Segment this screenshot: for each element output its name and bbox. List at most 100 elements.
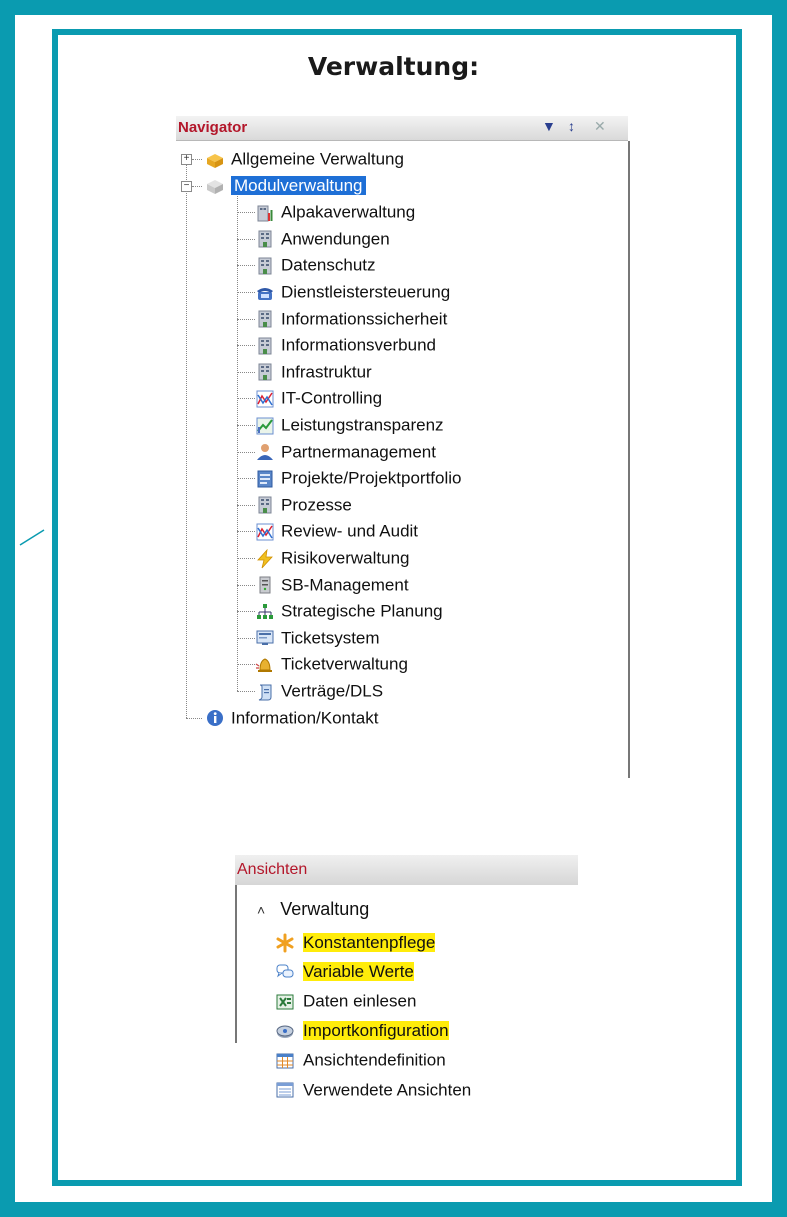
tree-item-informationsverbund[interactable]: Informationsverbund bbox=[255, 333, 436, 357]
document-icon bbox=[255, 469, 275, 489]
telephone-icon bbox=[255, 283, 275, 303]
view-item-label: Variable Werte bbox=[303, 962, 414, 982]
group-label: Verwaltung bbox=[280, 899, 370, 919]
tree-item-datenschutz[interactable]: Datenschutz bbox=[255, 253, 376, 277]
tree-connector bbox=[186, 717, 202, 719]
tree-item-label: Ticketsystem bbox=[281, 628, 380, 648]
view-item-konstantenpflege[interactable]: Konstantenpflege bbox=[275, 930, 436, 954]
asterisk-icon bbox=[275, 933, 295, 953]
ansichten-panel: Ansichten ˄ Verwaltung Konstantenpflege V… bbox=[235, 855, 578, 1099]
tree-connector bbox=[237, 691, 255, 692]
view-item-label: Daten einlesen bbox=[303, 991, 417, 1011]
tree-item-allgemeine-verwaltung[interactable]: Allgemeine Verwaltung bbox=[205, 147, 404, 171]
collapse-icon[interactable]: − bbox=[181, 180, 192, 192]
tree-item-anwendungen[interactable]: Anwendungen bbox=[255, 227, 390, 251]
tree-item-label: Anwendungen bbox=[281, 229, 390, 249]
tree-item-label: Strategische Planung bbox=[281, 601, 443, 621]
tree-connector bbox=[237, 531, 255, 533]
building-chart-icon bbox=[255, 203, 275, 223]
view-item-verwendete-ansichten[interactable]: Verwendete Ansichten bbox=[275, 1078, 471, 1102]
excel-icon bbox=[275, 992, 295, 1012]
tree-connector bbox=[237, 584, 255, 586]
tree-item-ticketsystem[interactable]: Ticketsystem bbox=[255, 626, 380, 650]
gear-import-icon bbox=[275, 1021, 295, 1041]
tree-item-label: Informationsverbund bbox=[281, 335, 436, 355]
building-icon bbox=[255, 495, 275, 515]
bell-icon bbox=[255, 655, 275, 675]
tree-item-partnermanagement[interactable]: Partnermanagement bbox=[255, 440, 436, 464]
server-icon bbox=[255, 575, 275, 595]
group-verwaltung[interactable]: ˄ Verwaltung bbox=[257, 899, 369, 920]
tree-item-informationssicherheit[interactable]: Informationssicherheit bbox=[255, 307, 447, 331]
speech-bubbles-icon bbox=[275, 962, 295, 982]
tree-item-leistungstransparenz[interactable]: Leistungstransparenz bbox=[255, 413, 444, 437]
chevron-up-icon[interactable]: ˄ bbox=[257, 902, 265, 918]
scroll-icon bbox=[255, 682, 275, 702]
tree-item-label: Leistungstransparenz bbox=[281, 415, 444, 435]
tree-item-label: Projekte/Projektportfolio bbox=[281, 468, 462, 488]
view-item-variable-werte[interactable]: Variable Werte bbox=[275, 960, 414, 984]
tree-connector bbox=[237, 504, 255, 506]
tree-item-label: Allgemeine Verwaltung bbox=[231, 149, 404, 169]
person-icon bbox=[255, 442, 275, 462]
tree-item-label: Infrastruktur bbox=[281, 362, 372, 382]
view-item-importkonfiguration[interactable]: Importkonfiguration bbox=[275, 1019, 449, 1043]
pin-icon[interactable]: ↕ bbox=[568, 118, 575, 134]
trend-chart-icon bbox=[255, 416, 275, 436]
tree-connector bbox=[237, 478, 255, 480]
tree-connector bbox=[237, 238, 255, 240]
tree-item-modulverwaltung[interactable]: Modulverwaltung bbox=[205, 174, 366, 198]
navigator-header: Navigator ▼ ↕ ✕ bbox=[176, 116, 628, 141]
building-icon bbox=[255, 336, 275, 356]
line-chart-icon bbox=[255, 522, 275, 542]
building-icon bbox=[255, 309, 275, 329]
folder-box-icon bbox=[205, 150, 225, 170]
tree-item-label: Verträge/DLS bbox=[281, 681, 384, 701]
close-icon[interactable]: ✕ bbox=[594, 118, 606, 135]
tree-item-ticketverwaltung[interactable]: Ticketverwaltung bbox=[255, 652, 408, 676]
tree-item-strategische-planung[interactable]: Strategische Planung bbox=[255, 599, 443, 623]
line-chart-icon bbox=[255, 389, 275, 409]
tree-item-label: Modulverwaltung bbox=[231, 176, 366, 196]
tree-item-label: Prozesse bbox=[281, 495, 352, 515]
tree-item-label: SB-Management bbox=[281, 575, 409, 595]
tree-item-risikoverwaltung[interactable]: Risikoverwaltung bbox=[255, 546, 410, 570]
tree-item-sb-management[interactable]: SB-Management bbox=[255, 573, 409, 597]
tree-item-alpakaverwaltung[interactable]: Alpakaverwaltung bbox=[255, 200, 415, 224]
tree-item-label: Informationssicherheit bbox=[281, 309, 448, 329]
info-icon bbox=[205, 708, 225, 728]
tree-connector bbox=[237, 345, 255, 347]
tree-connector bbox=[237, 292, 255, 293]
tree-item-verträge-dls[interactable]: Verträge/DLS bbox=[255, 679, 383, 703]
ansichten-title: Ansichten bbox=[237, 861, 308, 878]
tree-item-projekte-projektportfolio[interactable]: Projekte/Projektportfolio bbox=[255, 466, 461, 490]
view-item-label: Konstantenpflege bbox=[303, 932, 436, 952]
tree-item-information-kontakt[interactable]: Information/Kontakt bbox=[205, 706, 378, 730]
page-title: Verwaltung: bbox=[307, 52, 480, 81]
building-icon bbox=[255, 362, 275, 382]
tree-item-label: Partnermanagement bbox=[281, 442, 436, 462]
tree-connector bbox=[237, 451, 255, 453]
expand-icon[interactable]: + bbox=[181, 154, 192, 165]
dropdown-arrow-icon[interactable]: ▼ bbox=[542, 118, 556, 134]
module-box-icon bbox=[205, 176, 225, 196]
tree-item-prozesse[interactable]: Prozesse bbox=[255, 493, 352, 517]
tree-connector bbox=[237, 318, 255, 320]
view-item-label: Importkonfiguration bbox=[303, 1021, 449, 1041]
tree-item-infrastruktur[interactable]: Infrastruktur bbox=[255, 360, 372, 384]
building-icon bbox=[255, 229, 275, 249]
view-item-label: Ansichtendefinition bbox=[303, 1050, 446, 1070]
tree-connector bbox=[237, 212, 255, 214]
navigator-panel: Navigator ▼ ↕ ✕ + Allgemeine Verwaltung − M… bbox=[176, 116, 630, 778]
tree-item-review-und-audit[interactable]: Review- und Audit bbox=[255, 519, 418, 543]
tree-connector bbox=[237, 611, 255, 613]
view-item-ansichtendefinition[interactable]: Ansichtendefinition bbox=[275, 1048, 446, 1072]
screen-icon bbox=[255, 628, 275, 648]
tree-connector bbox=[237, 637, 255, 639]
tree-connector bbox=[192, 185, 202, 187]
tree-connector bbox=[237, 195, 238, 691]
view-item-daten-einlesen[interactable]: Daten einlesen bbox=[275, 989, 416, 1013]
tree-item-it-controlling[interactable]: IT-Controlling bbox=[255, 386, 382, 410]
grid-icon bbox=[275, 1051, 295, 1071]
tree-item-dienstleistersteuerung[interactable]: Dienstleistersteuerung bbox=[255, 280, 450, 304]
